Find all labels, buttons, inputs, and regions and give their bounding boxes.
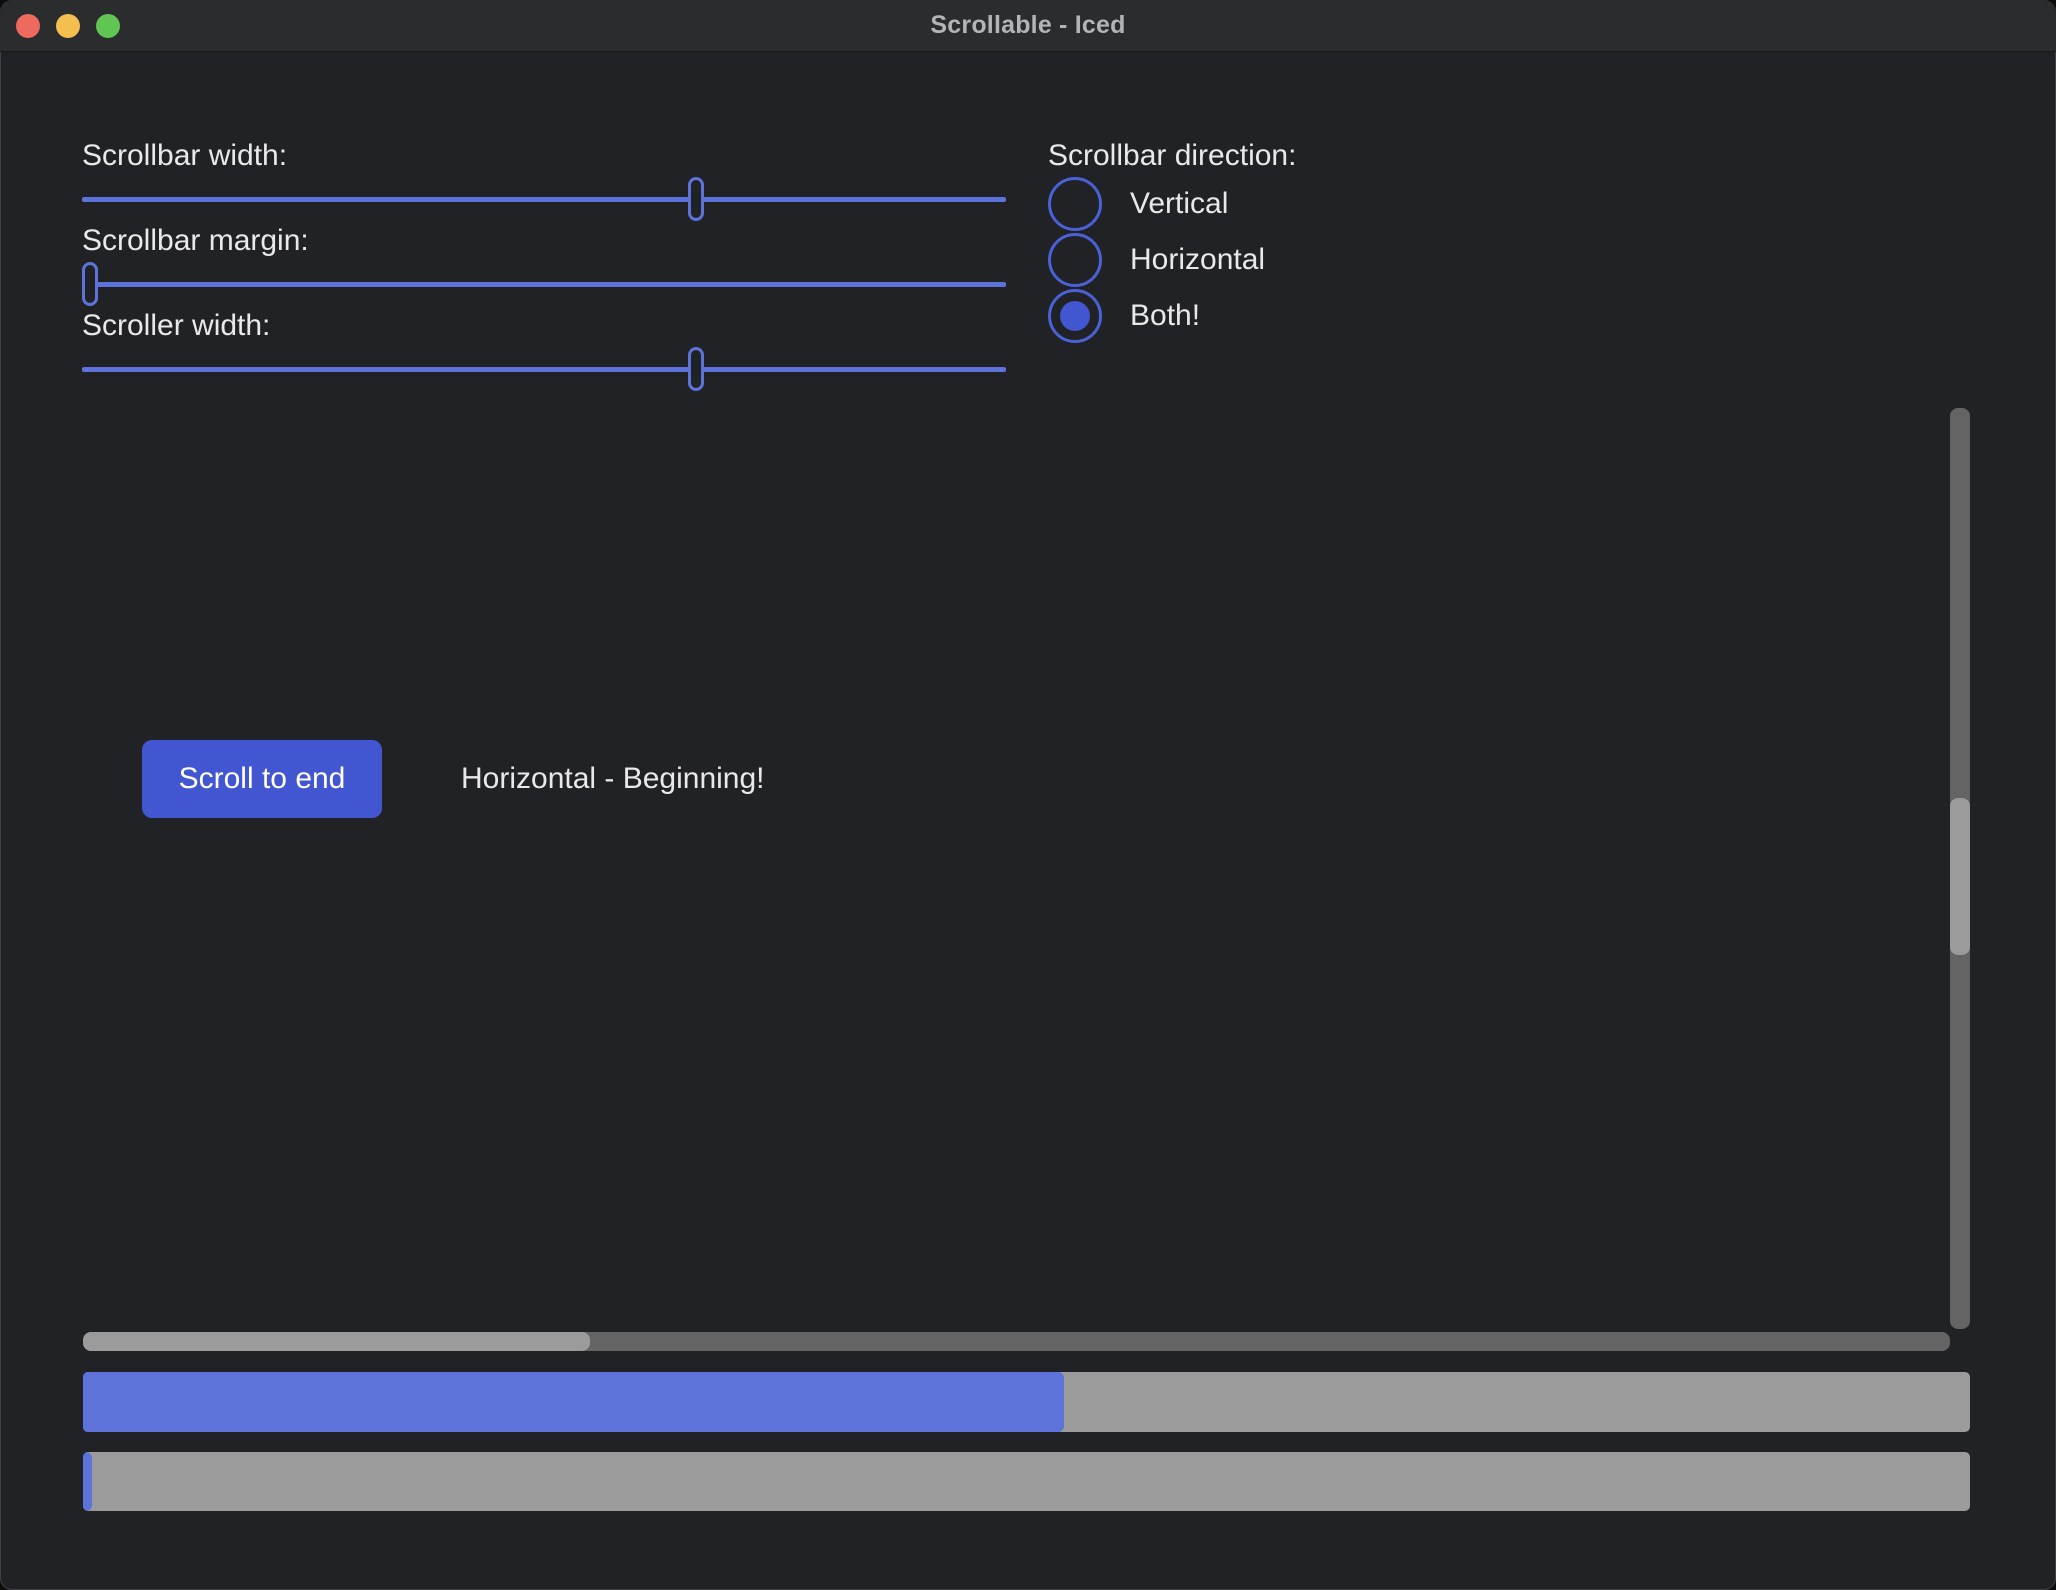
minimize-button[interactable] — [56, 14, 80, 38]
scroller-width-label: Scroller width: — [82, 309, 270, 343]
scroll-to-end-button[interactable]: Scroll to end — [142, 740, 382, 818]
scroll-status-text: Horizontal - Beginning! — [461, 740, 765, 818]
window-title: Scrollable - Iced — [930, 11, 1125, 40]
scrollbar-margin-slider[interactable] — [82, 262, 1006, 306]
radio-option-vertical[interactable]: Vertical — [1048, 177, 1265, 231]
radio-circle[interactable] — [1048, 233, 1102, 287]
radio-circle[interactable] — [1048, 289, 1102, 343]
radio-dot — [1060, 301, 1090, 331]
horizontal-scrollbar-rail[interactable] — [83, 1332, 1950, 1351]
vertical-scrollbar-thumb[interactable] — [1950, 798, 1970, 955]
scrollbar-direction-label: Scrollbar direction: — [1048, 139, 1296, 173]
scrollbar-margin-label: Scrollbar margin: — [82, 224, 309, 258]
close-button[interactable] — [16, 14, 40, 38]
scrollbar-width-label: Scrollbar width: — [82, 139, 287, 173]
slider-handle[interactable] — [688, 177, 704, 221]
slider-handle[interactable] — [82, 262, 98, 306]
app-window: Scrollable - Iced Scrollbar width: Scrol… — [0, 0, 2056, 1590]
screenshot: Scrollable - Iced Scrollbar width: Scrol… — [0, 0, 2056, 1590]
horizontal-scrollbar-thumb[interactable] — [83, 1332, 590, 1351]
radio-label: Horizontal — [1130, 243, 1265, 277]
titlebar: Scrollable - Iced — [0, 0, 2056, 52]
progress-bar-2 — [83, 1452, 1970, 1511]
progress-bar-1-fill — [83, 1372, 1064, 1432]
vertical-scrollbar-rail[interactable] — [1950, 408, 1970, 1329]
zoom-button[interactable] — [96, 14, 120, 38]
radio-label: Vertical — [1130, 187, 1228, 221]
slider-track[interactable] — [82, 367, 1006, 372]
slider-handle[interactable] — [688, 347, 704, 391]
scrollbar-direction-group: Vertical Horizontal Both! — [1048, 177, 1265, 343]
radio-circle[interactable] — [1048, 177, 1102, 231]
radio-label: Both! — [1130, 299, 1200, 333]
progress-bar-2-fill — [83, 1452, 92, 1511]
progress-bar-1 — [83, 1372, 1970, 1432]
scroller-width-slider[interactable] — [82, 347, 1006, 391]
slider-track[interactable] — [82, 282, 1006, 287]
radio-option-horizontal[interactable]: Horizontal — [1048, 233, 1265, 287]
traffic-lights — [16, 0, 120, 52]
scrollbar-width-slider[interactable] — [82, 177, 1006, 221]
radio-option-both[interactable]: Both! — [1048, 289, 1265, 343]
slider-track[interactable] — [82, 197, 1006, 202]
